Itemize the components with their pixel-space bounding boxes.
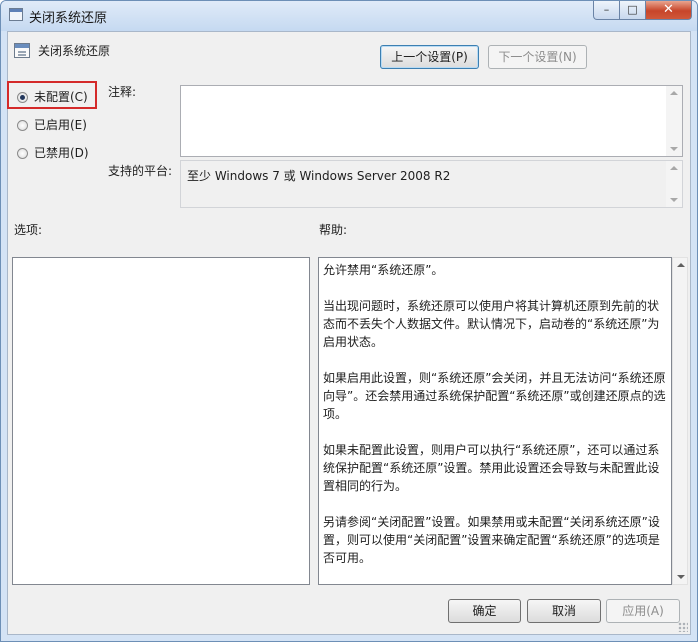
- radio-button[interactable]: [17, 120, 28, 131]
- scroll-down-arrow-icon[interactable]: [670, 147, 678, 151]
- comment-textarea[interactable]: [180, 85, 683, 157]
- policy-title: 关闭系统还原: [38, 44, 111, 58]
- platform-scrollbar[interactable]: [666, 161, 682, 207]
- radio-label-disabled: 已禁用(D): [34, 146, 89, 160]
- ok-button[interactable]: 确定: [448, 599, 521, 623]
- previous-setting-button[interactable]: 上一个设置(P): [380, 45, 479, 69]
- radio-label-enabled: 已启用(E): [34, 118, 87, 132]
- title-bar[interactable]: 关闭系统还原 – □ ✕: [1, 1, 697, 31]
- close-button[interactable]: ✕: [646, 1, 692, 20]
- cancel-button[interactable]: 取消: [527, 599, 601, 623]
- help-label: 帮助:: [319, 223, 348, 237]
- scroll-down-arrow-icon[interactable]: [670, 198, 678, 202]
- resize-grip-icon[interactable]: [678, 622, 688, 632]
- policy-window-icon: [9, 8, 23, 21]
- help-scrollbar[interactable]: [672, 257, 688, 585]
- dialog-window: 关闭系统还原 – □ ✕ 关闭系统还原 上一个设置(P) 下一个设置(N) 未配…: [0, 0, 698, 642]
- dialog-client-area: 关闭系统还原 上一个设置(P) 下一个设置(N) 未配置(C) 已启用(E) 已…: [7, 31, 691, 635]
- scroll-down-arrow-icon[interactable]: [677, 575, 685, 579]
- help-paragraph: 另请参阅“关闭配置”设置。如果禁用或未配置“关闭系统还原”设置，则可以使用“关闭…: [323, 515, 660, 565]
- scroll-up-arrow-icon[interactable]: [677, 263, 685, 267]
- comment-scrollbar[interactable]: [666, 86, 682, 156]
- options-label: 选项:: [14, 223, 43, 237]
- window-title: 关闭系统还原: [29, 11, 108, 26]
- help-paragraph: 允许禁用“系统还原”。: [323, 263, 444, 277]
- help-paragraph: 如果启用此设置，则“系统还原”会关闭，并且无法访问“系统还原向导”。还会禁用通过…: [323, 371, 666, 421]
- help-paragraph: 如果未配置此设置，则用户可以执行“系统还原”，还可以通过系统保护配置“系统还原”…: [323, 443, 660, 493]
- comment-label: 注释:: [108, 85, 137, 99]
- apply-button[interactable]: 应用(A): [606, 599, 680, 623]
- policy-setting-icon: [14, 43, 30, 58]
- help-paragraph: 当出现问题时，系统还原可以使用户将其计算机还原到先前的状态而不丢失个人数据文件。…: [323, 299, 660, 349]
- next-setting-button[interactable]: 下一个设置(N): [488, 45, 587, 69]
- help-pane: 允许禁用“系统还原”。 当出现问题时，系统还原可以使用户将其计算机还原到先前的状…: [318, 257, 672, 585]
- minimize-button[interactable]: –: [593, 1, 620, 20]
- radio-button-selected[interactable]: [17, 92, 28, 103]
- help-text: 允许禁用“系统还原”。 当出现问题时，系统还原可以使用户将其计算机还原到先前的状…: [323, 261, 669, 585]
- maximize-button[interactable]: □: [620, 1, 646, 20]
- supported-platform-value: 至少 Windows 7 或 Windows Server 2008 R2: [187, 169, 451, 183]
- supported-platform-label: 支持的平台:: [108, 164, 173, 178]
- scroll-up-arrow-icon[interactable]: [670, 166, 678, 170]
- radio-button[interactable]: [17, 148, 28, 159]
- scroll-up-arrow-icon[interactable]: [670, 91, 678, 95]
- supported-platform-field: 至少 Windows 7 或 Windows Server 2008 R2: [180, 160, 683, 208]
- options-pane: [12, 257, 310, 585]
- radio-label-not-configured: 未配置(C): [34, 90, 88, 104]
